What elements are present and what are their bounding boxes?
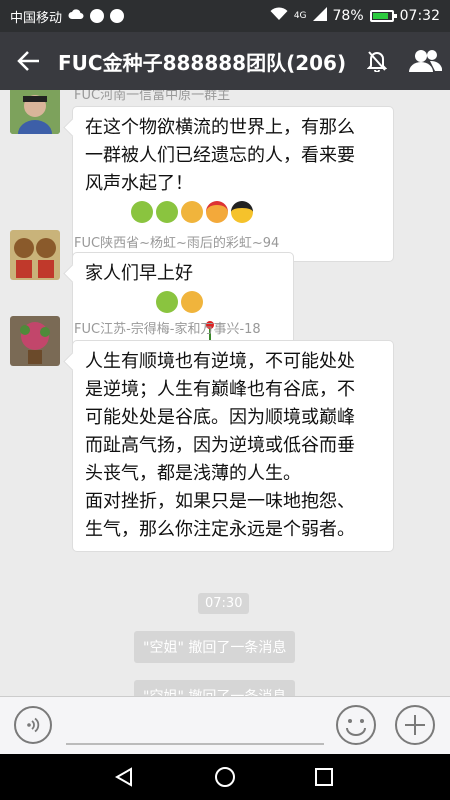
message-text: 家人们早上好 <box>85 263 193 284</box>
group-members-icon <box>409 50 442 72</box>
wifi-icon <box>270 7 288 25</box>
group-members-button[interactable] <box>400 32 450 90</box>
sender-name: FUC河南一信富中原一群主 <box>74 90 231 103</box>
chat-message: FUC江苏-宗得梅-家和万事兴-18 人生有顺境也有逆境，不可能处处 是逆境；人… <box>10 316 440 576</box>
circle-home-icon <box>215 767 235 787</box>
smiley-icon <box>346 719 366 736</box>
sender-name: FUC陕西省~杨虹~雨后的彩虹~94 <box>74 236 280 251</box>
carrier-label: 中国移动 <box>10 10 63 26</box>
emoji-button[interactable] <box>336 705 376 745</box>
rose-emoji-icon <box>131 291 215 340</box>
q-app-icon <box>110 9 125 23</box>
message-text: 头丧气，都是浅薄的人生。 <box>85 463 301 484</box>
avatar[interactable] <box>10 230 60 280</box>
system-nav-bar <box>0 754 450 800</box>
back-button[interactable] <box>0 32 58 90</box>
message-text: 风声水起了！ <box>85 173 193 194</box>
system-message: "空姐" 撤回了一条消息 <box>134 631 296 663</box>
message-text: 一群被人们已经遗忘的人，看来要 <box>85 145 355 166</box>
app-notification-icon <box>90 9 105 23</box>
message-bubble[interactable]: 人生有顺境也有逆境，不可能处处 是逆境；人生有巅峰也有谷底，不 可能处处是谷底。… <box>72 340 394 552</box>
voice-icon <box>27 717 40 733</box>
mute-bell-icon <box>362 46 392 76</box>
message-text: 生气，那么你注定永远是个弱者。 <box>85 519 355 540</box>
back-arrow-icon <box>17 51 39 71</box>
emoji-group <box>131 291 215 340</box>
chat-area[interactable]: FUC河南一信富中原一群主 在这个物欲横流的世界上，有那么 一群被人们已经遗忘的… <box>0 90 450 696</box>
fist-emoji-icon <box>180 201 203 223</box>
emoji-group <box>130 201 253 223</box>
message-text: 面对挫折，如果只是一味地抱怨、 <box>85 491 355 512</box>
nav-home-button[interactable] <box>211 763 239 791</box>
message-text: 是逆境；人生有巅峰也有谷底，不 <box>85 379 355 400</box>
voice-input-button[interactable] <box>14 706 52 744</box>
network-type-label: 4G <box>293 11 307 21</box>
message-input[interactable] <box>66 743 324 745</box>
message-text: 在这个物欲横流的世界上，有那么 <box>85 117 355 138</box>
message-text: 人生有顺境也有逆境，不可能处处 <box>85 351 355 372</box>
nav-back-button[interactable] <box>110 763 138 791</box>
cool-emoji-icon <box>230 201 253 223</box>
frog-emoji-icon <box>155 201 178 223</box>
battery-percent: 78% <box>332 8 364 24</box>
message-text: 可能处处是谷底。因为顺境或巅峰 <box>85 407 355 428</box>
nav-recents-button[interactable] <box>310 763 338 791</box>
chat-message: FUC陕西省~杨虹~雨后的彩虹~94 家人们早上好 <box>10 230 440 352</box>
clock: 07:32 <box>399 8 440 24</box>
plus-icon <box>405 715 425 735</box>
sender-name: FUC江苏-宗得梅-家和万事兴-18 <box>74 322 261 337</box>
triangle-back-icon <box>114 767 132 787</box>
message-text: 而趾高气扬，因为逆境或低谷而垂 <box>85 435 355 456</box>
fist-emoji-icon <box>180 291 203 313</box>
square-recents-icon <box>315 768 333 786</box>
chat-message: FUC河南一信富中原一群主 在这个物欲横流的世界上，有那么 一群被人们已经遗忘的… <box>10 90 440 262</box>
cloud-icon <box>68 8 84 24</box>
status-bar: 中国移动 4G 78% 07:32 <box>0 0 450 32</box>
timestamp-chip: 07:30 <box>198 593 250 614</box>
more-options-button[interactable] <box>395 705 435 745</box>
ninja-emoji-icon <box>205 201 228 223</box>
avatar[interactable] <box>10 316 60 366</box>
frog-emoji-icon <box>130 201 153 223</box>
chat-header: FUC金种子888888团队(206) <box>0 32 450 90</box>
input-bar <box>0 696 450 754</box>
system-message: "空姐" 撤回了一条消息 <box>134 680 296 696</box>
signal-icon <box>312 7 327 25</box>
battery-icon <box>369 10 397 22</box>
chat-title: FUC金种子888888团队(206) <box>58 50 347 75</box>
frog-emoji-icon <box>155 291 178 313</box>
avatar[interactable] <box>10 90 60 134</box>
